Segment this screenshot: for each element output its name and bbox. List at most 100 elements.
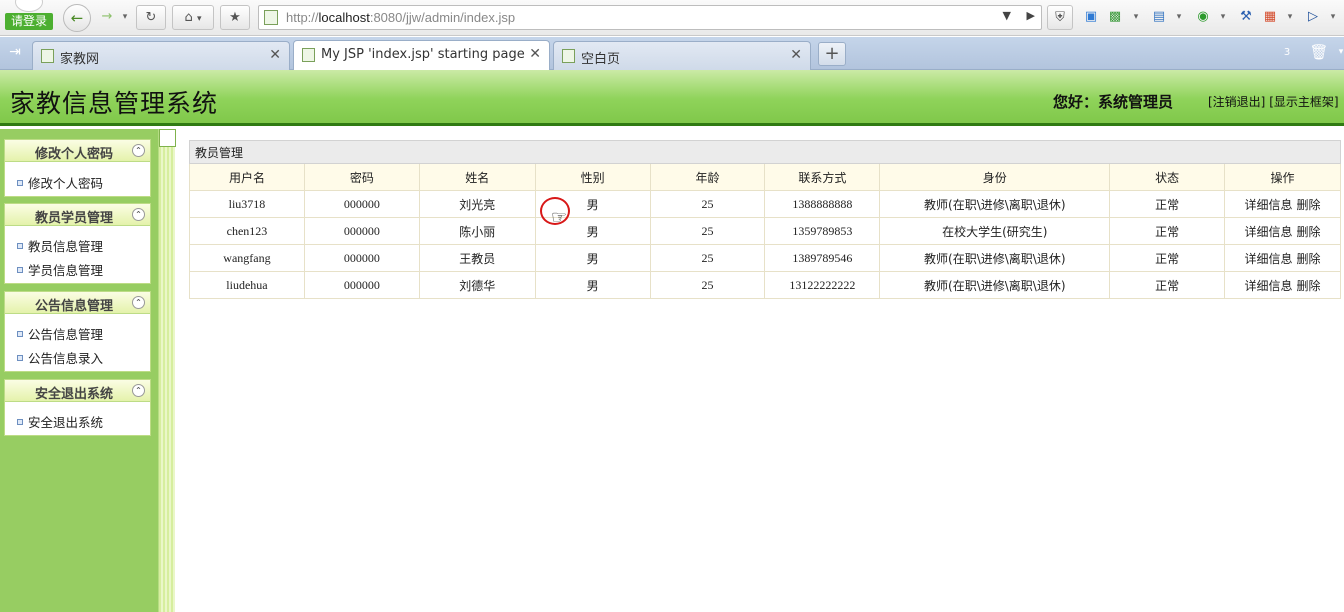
sidebar-section-notices[interactable]: 公告信息管理 ⌃ xyxy=(4,291,151,314)
delete-link[interactable]: 删除 xyxy=(1297,279,1321,293)
collapse-icon[interactable]: ⌃ xyxy=(132,144,145,157)
tab-jiajiaowang[interactable]: 家教网 ✕ xyxy=(32,41,290,70)
show-frame-link[interactable]: [显示主框架] xyxy=(1269,95,1338,109)
sidebar-section-logout[interactable]: 安全退出系统 ⌃ xyxy=(4,379,151,402)
column-header: 联系方式 xyxy=(764,163,881,191)
bullet-icon xyxy=(17,331,23,337)
star-icon: ★ xyxy=(229,10,241,25)
tools-icon[interactable]: ⚒ xyxy=(1235,7,1257,27)
column-header: 用户名 xyxy=(189,163,305,191)
column-header: 姓名 xyxy=(418,163,536,191)
detail-link[interactable]: 详细信息 xyxy=(1245,225,1293,239)
cell-username: liu3718 xyxy=(189,190,305,218)
sidebar-section-users[interactable]: 教员学员管理 ⌃ xyxy=(4,203,151,226)
frame-splitter[interactable] xyxy=(158,129,176,612)
splitter-handle[interactable] xyxy=(159,129,176,147)
cell-username: wangfang xyxy=(189,244,305,272)
back-button[interactable]: ← xyxy=(63,4,91,32)
column-header: 年龄 xyxy=(649,163,766,191)
refresh-icon: ↻ xyxy=(145,10,157,25)
collapse-icon[interactable]: ⌃ xyxy=(132,384,145,397)
login-button[interactable]: 请登录 xyxy=(5,0,53,31)
tab-title: 家教网 xyxy=(60,52,100,67)
column-header: 密码 xyxy=(303,163,420,191)
cell-phone: 13122222222 xyxy=(764,271,881,299)
page-icon xyxy=(41,49,54,63)
cell-age: 25 xyxy=(649,217,766,245)
tab-blank[interactable]: 空白页 ✕ xyxy=(553,41,811,70)
logout-link[interactable]: [注销退出] xyxy=(1208,95,1265,109)
chevron-down-icon[interactable]: ▼ xyxy=(1003,9,1011,22)
cell-actions: 详细信息 删除 xyxy=(1224,271,1341,299)
cell-actions: 详细信息 删除 xyxy=(1224,217,1341,245)
tabbar-dropdown-icon[interactable]: ▾ xyxy=(1330,42,1344,62)
detail-link[interactable]: 详细信息 xyxy=(1245,252,1293,266)
apps-icon[interactable]: ▦ xyxy=(1259,7,1281,27)
delete-link[interactable]: 删除 xyxy=(1297,252,1321,266)
new-tab-button[interactable]: + xyxy=(818,42,846,66)
bullet-icon xyxy=(17,267,23,273)
cell-age: 25 xyxy=(649,271,766,299)
cell-password: 000000 xyxy=(303,217,420,245)
bullet-icon xyxy=(17,243,23,249)
cube-icon[interactable]: ▣ xyxy=(1080,7,1102,27)
table-row: liudehua 000000 刘德华 男 25 13122222222 教师(… xyxy=(189,271,1341,299)
column-header: 性别 xyxy=(534,163,651,191)
sidebar-item-students[interactable]: 学员信息管理 xyxy=(17,260,103,279)
header-links: [注销退出] [显示主框架] xyxy=(1208,93,1339,110)
shield-icon: ⛨ xyxy=(1055,10,1065,25)
plugin-dropdown-icon[interactable]: ▾ xyxy=(1212,7,1234,27)
bullet-icon xyxy=(17,419,23,425)
sidebar-item-notice-manage[interactable]: 公告信息管理 xyxy=(17,324,103,343)
section-title: 公告信息管理 xyxy=(35,299,114,314)
sidebar-toggle-icon[interactable]: ⇥ xyxy=(4,42,26,62)
media-icon[interactable]: ▷ xyxy=(1302,7,1324,27)
delete-link[interactable]: 删除 xyxy=(1297,225,1321,239)
cell-identity: 教师(在职\进修\离职\退休) xyxy=(879,244,1111,272)
sidebar-item-notice-entry[interactable]: 公告信息录入 xyxy=(17,348,103,367)
sidebar-section-body: 修改个人密码 xyxy=(4,162,151,197)
address-bar[interactable]: http://localhost:8080/jjw/admin/index.js… xyxy=(258,5,1042,30)
translate-icon[interactable]: ▩ xyxy=(1104,7,1126,27)
screenshot-dropdown-icon[interactable]: ▾ xyxy=(1168,7,1190,27)
cell-username: liudehua xyxy=(189,271,305,299)
home-dropdown-icon: ▾ xyxy=(196,14,202,24)
closed-tabs-icon[interactable]: 3 xyxy=(1276,42,1298,62)
tab-index-jsp[interactable]: My JSP 'index.jsp' starting page ✕ xyxy=(293,40,550,70)
detail-link[interactable]: 详细信息 xyxy=(1245,279,1293,293)
go-icon[interactable]: ▶ xyxy=(1027,9,1035,22)
sidebar-item-safe-exit[interactable]: 安全退出系统 xyxy=(17,412,103,431)
history-dropdown-icon[interactable]: ▾ xyxy=(114,7,136,27)
trash-icon[interactable]: 🗑 xyxy=(1308,42,1330,62)
detail-link[interactable]: 详细信息 xyxy=(1245,198,1293,212)
cell-username: chen123 xyxy=(189,217,305,245)
sidebar-item-change-password[interactable]: 修改个人密码 xyxy=(17,173,103,192)
page-icon xyxy=(302,48,315,62)
home-button[interactable]: ⌂ ▾ xyxy=(172,5,214,30)
cell-name: 刘德华 xyxy=(418,271,536,299)
refresh-button[interactable]: ↻ xyxy=(136,5,166,30)
close-icon[interactable]: ✕ xyxy=(790,47,802,63)
translate-dropdown-icon[interactable]: ▾ xyxy=(1125,7,1147,27)
bookmark-button[interactable]: ★ xyxy=(220,5,250,30)
menu-dropdown-icon[interactable]: ▾ xyxy=(1322,7,1344,27)
close-icon[interactable]: ✕ xyxy=(529,46,541,62)
home-icon: ⌂ xyxy=(184,10,193,25)
close-icon[interactable]: ✕ xyxy=(269,47,281,63)
sidebar-section-password[interactable]: 修改个人密码 ⌃ xyxy=(4,139,151,162)
avatar-icon xyxy=(15,0,43,12)
shield-button[interactable]: ⛨ xyxy=(1047,5,1073,30)
delete-link[interactable]: 删除 xyxy=(1297,198,1321,212)
screenshot-icon[interactable]: ▤ xyxy=(1148,7,1170,27)
cell-password: 000000 xyxy=(303,244,420,272)
collapse-icon[interactable]: ⌃ xyxy=(132,208,145,221)
cell-actions: 详细信息 删除 xyxy=(1224,244,1341,272)
column-header: 状态 xyxy=(1109,163,1226,191)
apps-dropdown-icon[interactable]: ▾ xyxy=(1279,7,1301,27)
cell-actions: 详细信息 删除 xyxy=(1224,190,1341,218)
collapse-icon[interactable]: ⌃ xyxy=(132,296,145,309)
sidebar-item-teachers[interactable]: 教员信息管理 xyxy=(17,236,103,255)
app-header: 家教信息管理系统 您好：系统管理员 [注销退出] [显示主框架] xyxy=(0,70,1344,126)
plugin-icon[interactable]: ◉ xyxy=(1192,7,1214,27)
user-greeting: 您好：系统管理员 xyxy=(1053,93,1174,111)
